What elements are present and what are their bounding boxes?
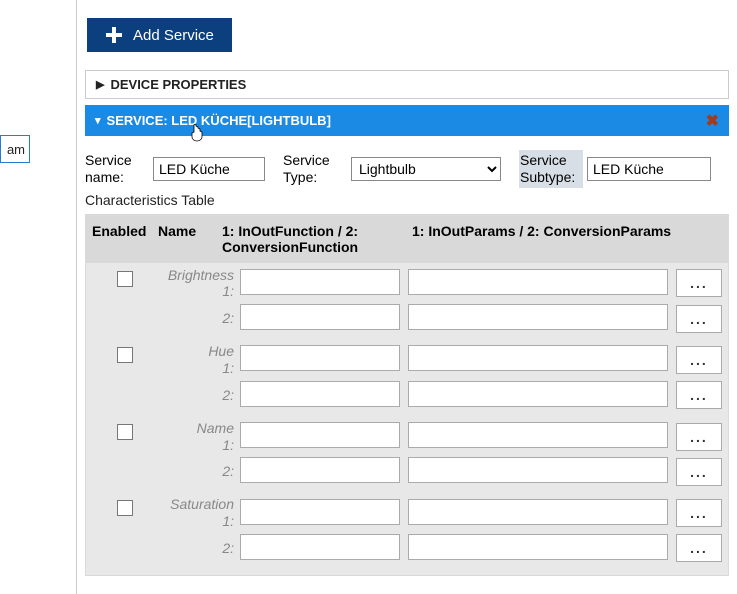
- table-header-row: Enabled Name 1: InOutFunction / 2: Conve…: [86, 215, 728, 263]
- characteristic-name: Name1:: [158, 420, 240, 454]
- conversion-function-input[interactable]: [240, 381, 400, 407]
- service-subtype-label: Service Subtype:: [519, 150, 583, 188]
- left-panel-fragment: am: [0, 0, 76, 594]
- left-panel-selected-label: am: [7, 142, 25, 157]
- row-actions-button[interactable]: ...: [676, 305, 722, 333]
- conversion-params-input[interactable]: [408, 304, 668, 330]
- close-icon[interactable]: ✖: [706, 111, 719, 131]
- characteristic-name: Brightness1:: [158, 267, 240, 301]
- row-number-2: 2:: [158, 463, 240, 480]
- characteristics-table-label: Characteristics Table: [85, 192, 729, 208]
- col-header-enabled: Enabled: [92, 223, 158, 255]
- conversion-params-input[interactable]: [408, 381, 668, 407]
- service-header[interactable]: ▾ SERVICE: LED KÜCHE[LIGHTBULB] ✖: [85, 105, 729, 136]
- row-actions-button[interactable]: ...: [676, 346, 722, 374]
- row-number-2: 2:: [158, 540, 240, 557]
- inout-params-input[interactable]: [408, 422, 668, 448]
- row-actions-button[interactable]: ...: [676, 499, 722, 527]
- main-panel: Add Service ▶ DEVICE PROPERTIES ▾ SERVIC…: [76, 0, 737, 594]
- table-row: Saturation1: ... 2: ...: [86, 492, 728, 569]
- row-actions-button[interactable]: ...: [676, 423, 722, 451]
- characteristic-name: Hue1:: [158, 343, 240, 377]
- service-type-select[interactable]: Lightbulb: [351, 157, 501, 181]
- inout-function-input[interactable]: [240, 422, 400, 448]
- add-service-button[interactable]: Add Service: [87, 18, 232, 52]
- inout-params-input[interactable]: [408, 499, 668, 525]
- inout-params-input[interactable]: [408, 345, 668, 371]
- left-panel-selected-item[interactable]: am: [0, 135, 30, 163]
- chevron-down-icon: ▾: [95, 114, 101, 127]
- conversion-function-input[interactable]: [240, 534, 400, 560]
- row-actions-button[interactable]: ...: [676, 381, 722, 409]
- service-subtype-input[interactable]: [587, 157, 711, 181]
- inout-params-input[interactable]: [408, 269, 668, 295]
- chevron-right-icon: ▶: [96, 78, 104, 91]
- characteristics-table: Enabled Name 1: InOutFunction / 2: Conve…: [85, 214, 729, 576]
- enabled-checkbox[interactable]: [117, 424, 133, 440]
- table-row: Brightness1: ... 2: ...: [86, 263, 728, 340]
- characteristic-name: Saturation1:: [158, 496, 240, 530]
- inout-function-input[interactable]: [240, 345, 400, 371]
- table-row: Hue1: ... 2: ...: [86, 339, 728, 416]
- col-header-func: 1: InOutFunction / 2: ConversionFunction: [222, 223, 412, 255]
- conversion-params-input[interactable]: [408, 457, 668, 483]
- conversion-function-input[interactable]: [240, 304, 400, 330]
- row-actions-button[interactable]: ...: [676, 269, 722, 297]
- table-body: Brightness1: ... 2: ... Hue1: ...: [86, 263, 728, 575]
- row-actions-button[interactable]: ...: [676, 534, 722, 562]
- enabled-checkbox[interactable]: [117, 500, 133, 516]
- add-service-label: Add Service: [133, 27, 214, 44]
- conversion-params-input[interactable]: [408, 534, 668, 560]
- device-properties-header[interactable]: ▶ DEVICE PROPERTIES: [85, 70, 729, 99]
- row-number-2: 2:: [158, 310, 240, 327]
- inout-function-input[interactable]: [240, 269, 400, 295]
- enabled-checkbox[interactable]: [117, 271, 133, 287]
- col-header-params: 1: InOutParams / 2: ConversionParams: [412, 223, 722, 255]
- service-form-row: Service name: Service Type: Lightbulb Se…: [85, 150, 729, 188]
- enabled-checkbox[interactable]: [117, 347, 133, 363]
- col-header-name: Name: [158, 223, 222, 255]
- device-properties-title: DEVICE PROPERTIES: [110, 77, 246, 92]
- row-number-2: 2:: [158, 387, 240, 404]
- table-row: Name1: ... 2: ...: [86, 416, 728, 493]
- row-actions-button[interactable]: ...: [676, 458, 722, 486]
- service-name-label: Service name:: [85, 152, 149, 186]
- conversion-function-input[interactable]: [240, 457, 400, 483]
- service-type-label: Service Type:: [283, 152, 347, 186]
- plus-icon: [105, 26, 123, 44]
- service-name-input[interactable]: [153, 157, 265, 181]
- inout-function-input[interactable]: [240, 499, 400, 525]
- service-header-title: SERVICE: LED KÜCHE[LIGHTBULB]: [107, 113, 331, 128]
